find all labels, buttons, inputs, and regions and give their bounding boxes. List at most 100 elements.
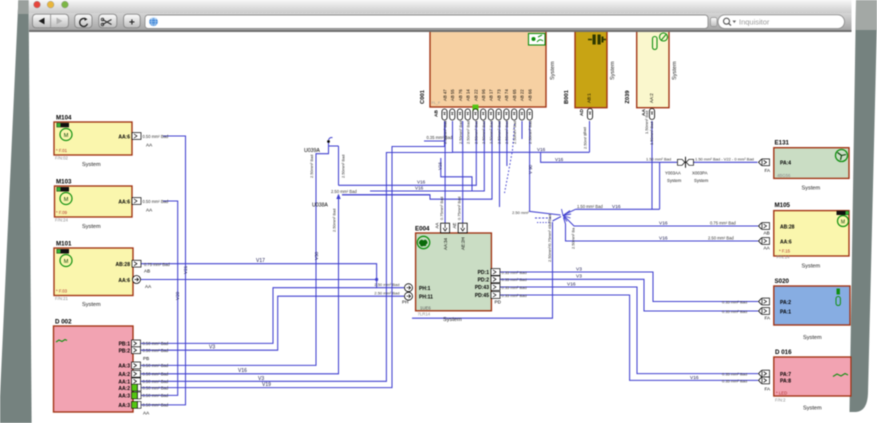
svg-text:PA:4: PA:4 bbox=[780, 161, 791, 167]
svg-text:FA: FA bbox=[765, 316, 772, 321]
svg-text:M: M bbox=[64, 259, 69, 265]
svg-text:System: System bbox=[82, 302, 101, 308]
svg-text:E004: E004 bbox=[415, 226, 430, 233]
svg-text:0.75 mm² Bad: 0.75 mm² Bad bbox=[710, 221, 736, 226]
svg-text:PH:1: PH:1 bbox=[419, 286, 431, 292]
svg-text:D 002: D 002 bbox=[55, 319, 72, 326]
svg-text:0.50 mm² Bad: 0.50 mm² Bad bbox=[143, 379, 169, 384]
svg-text:AA: AA bbox=[435, 223, 440, 229]
svg-text:AA:2: AA:2 bbox=[118, 372, 130, 378]
svg-text:AA:2: AA:2 bbox=[649, 93, 654, 103]
svg-text:AA:3: AA:3 bbox=[118, 403, 130, 409]
svg-text:S020: S020 bbox=[775, 278, 790, 285]
svg-text:2.50mm² Bad: 2.50mm² Bad bbox=[473, 121, 478, 144]
svg-text:AB: AB bbox=[434, 110, 440, 117]
svg-text:PA:2: PA:2 bbox=[780, 300, 791, 306]
svg-text:AA:1: AA:1 bbox=[118, 380, 130, 386]
svg-text:2.50 mm² Bad: 2.50 mm² Bad bbox=[374, 282, 399, 287]
svg-text:System: System bbox=[802, 186, 821, 192]
svg-text:V3: V3 bbox=[576, 266, 582, 272]
svg-text:PD: PD bbox=[495, 300, 502, 305]
svg-text:0.35 mm² Bad: 0.35 mm² Bad bbox=[722, 372, 747, 377]
svg-text:2.50mm² Bad: 2.50mm² Bad bbox=[341, 155, 346, 178]
svg-text:PB:2: PB:2 bbox=[119, 348, 131, 354]
svg-text:0.50 mm² Bad: 0.50 mm² Bad bbox=[143, 199, 169, 204]
svg-text:F/N:21: F/N:21 bbox=[55, 296, 69, 301]
svg-text:M104: M104 bbox=[56, 115, 72, 122]
svg-text:0.50 mm² Bad: 0.50 mm² Bad bbox=[143, 393, 169, 398]
svg-text:AB:28: AB:28 bbox=[116, 262, 131, 268]
svg-text:AB 14: AB 14 bbox=[466, 89, 471, 101]
svg-text:AE: AE bbox=[452, 223, 457, 229]
svg-text:2.50mm² Bad: 2.50mm² Bad bbox=[512, 121, 517, 144]
svg-text:2.50 mm² Bad: 2.50 mm² Bad bbox=[374, 290, 399, 295]
svg-text:M: M bbox=[64, 133, 69, 139]
svg-text:M: M bbox=[841, 219, 845, 225]
svg-text:AA:6: AA:6 bbox=[118, 199, 130, 205]
svg-text:2.50mm² Bad: 2.50mm² Bad bbox=[458, 121, 463, 144]
svg-text:1UE6: 1UE6 bbox=[420, 306, 431, 311]
svg-text:AA:6: AA:6 bbox=[780, 239, 792, 245]
svg-text:FA: FA bbox=[765, 168, 772, 173]
svg-text:AA: AA bbox=[143, 411, 150, 416]
svg-text:AA: AA bbox=[146, 143, 153, 148]
svg-text:0.50 mm² Bad: 0.50 mm² Bad bbox=[143, 403, 169, 408]
svg-text:0.35 mm² Bad: 0.35 mm² Bad bbox=[502, 270, 527, 275]
svg-text:2.50mm² Bad: 2.50mm² Bad bbox=[309, 155, 314, 178]
svg-text:AA:6: AA:6 bbox=[118, 278, 130, 284]
svg-text:E131: E131 bbox=[775, 140, 790, 147]
svg-text:AA: AA bbox=[764, 246, 771, 251]
svg-text:2.50mm² Bad: 2.50mm² Bad bbox=[489, 121, 494, 144]
svg-text:* F.09: * F.09 bbox=[56, 210, 68, 215]
svg-text:X003PA: X003PA bbox=[692, 171, 708, 176]
svg-text:V30: V30 bbox=[314, 251, 319, 260]
svg-text:4BG56: 4BG56 bbox=[777, 173, 791, 178]
svg-text:AB 73: AB 73 bbox=[496, 89, 501, 101]
svg-text:V16: V16 bbox=[438, 162, 443, 170]
svg-text:2.50mm² Bad: 2.50mm² Bad bbox=[442, 121, 447, 144]
svg-text:PH:11: PH:11 bbox=[419, 294, 433, 300]
svg-text:F/N:2: F/N:2 bbox=[775, 398, 786, 403]
svg-text:AA:6: AA:6 bbox=[118, 134, 130, 140]
svg-text:System: System bbox=[803, 406, 822, 412]
svg-text:V 90: V 90 bbox=[528, 164, 533, 174]
svg-text:PD:43: PD:43 bbox=[475, 285, 489, 291]
svg-text:2.50 mm² Bad: 2.50 mm² Bad bbox=[331, 189, 357, 194]
svg-text:U039A: U039A bbox=[304, 148, 320, 154]
svg-text:0.35 mm² Bad: 0.35 mm² Bad bbox=[722, 300, 747, 305]
svg-text:AA:34: AA:34 bbox=[443, 237, 448, 250]
svg-text:AB 22: AB 22 bbox=[520, 89, 525, 101]
svg-text:System: System bbox=[803, 335, 822, 341]
svg-text:PD:2: PD:2 bbox=[478, 278, 490, 284]
svg-text:M105: M105 bbox=[775, 202, 791, 209]
svg-text:0.35 mm² Bad: 0.35 mm² Bad bbox=[427, 135, 453, 140]
svg-text:AA:3: AA:3 bbox=[118, 364, 130, 370]
svg-text:AB: AB bbox=[144, 269, 150, 274]
svg-text:0.50 mm² Bad: 0.50 mm² Bad bbox=[143, 385, 169, 390]
svg-text:0.50 mm² Bad: 0.50 mm² Bad bbox=[143, 348, 169, 353]
svg-text:AB 22: AB 22 bbox=[473, 89, 478, 101]
svg-text:AA:3: AA:3 bbox=[118, 394, 130, 400]
svg-text:0.50 mm² Bad: 0.50 mm² Bad bbox=[143, 341, 169, 346]
svg-text:0.35 mm² Bad: 0.35 mm² Bad bbox=[502, 277, 527, 282]
svg-text:Y003AA: Y003AA bbox=[665, 171, 681, 176]
svg-text:PA:8: PA:8 bbox=[780, 379, 791, 385]
svg-text:System: System bbox=[82, 162, 101, 168]
svg-text:System: System bbox=[443, 317, 462, 323]
svg-text:V16: V16 bbox=[612, 204, 621, 210]
svg-text:PA:1: PA:1 bbox=[780, 310, 791, 316]
svg-text:F/N:02: F/N:02 bbox=[55, 155, 69, 160]
svg-text:1.50 mm² Bad - V22 - 0 mm² Bad: 1.50 mm² Bad - V22 - 0 mm² Bad bbox=[695, 156, 754, 161]
svg-text:AB 55: AB 55 bbox=[450, 89, 455, 101]
svg-text:AB 17: AB 17 bbox=[489, 89, 494, 101]
svg-text:System: System bbox=[82, 224, 101, 230]
svg-text:0.35 mm² Bad: 0.35 mm² Bad bbox=[502, 285, 527, 290]
svg-text:2.50mm² Bad: 2.50mm² Bad bbox=[527, 121, 532, 144]
svg-text:D 016: D 016 bbox=[775, 349, 792, 356]
svg-text:0.35 mm² Bad: 0.35 mm² Bad bbox=[502, 293, 527, 298]
svg-text:2.50mm² Ba: 2.50mm² Ba bbox=[571, 227, 576, 249]
svg-text:AA:2: AA:2 bbox=[118, 386, 130, 392]
svg-text:V16: V16 bbox=[659, 236, 668, 242]
svg-text:2.50mm² Bad: 2.50mm² Bad bbox=[496, 121, 501, 144]
svg-text:2.50mm²/0.75mm² 4Bd/Bad: 2.50mm²/0.75mm² 4Bd/Bad bbox=[547, 214, 552, 262]
